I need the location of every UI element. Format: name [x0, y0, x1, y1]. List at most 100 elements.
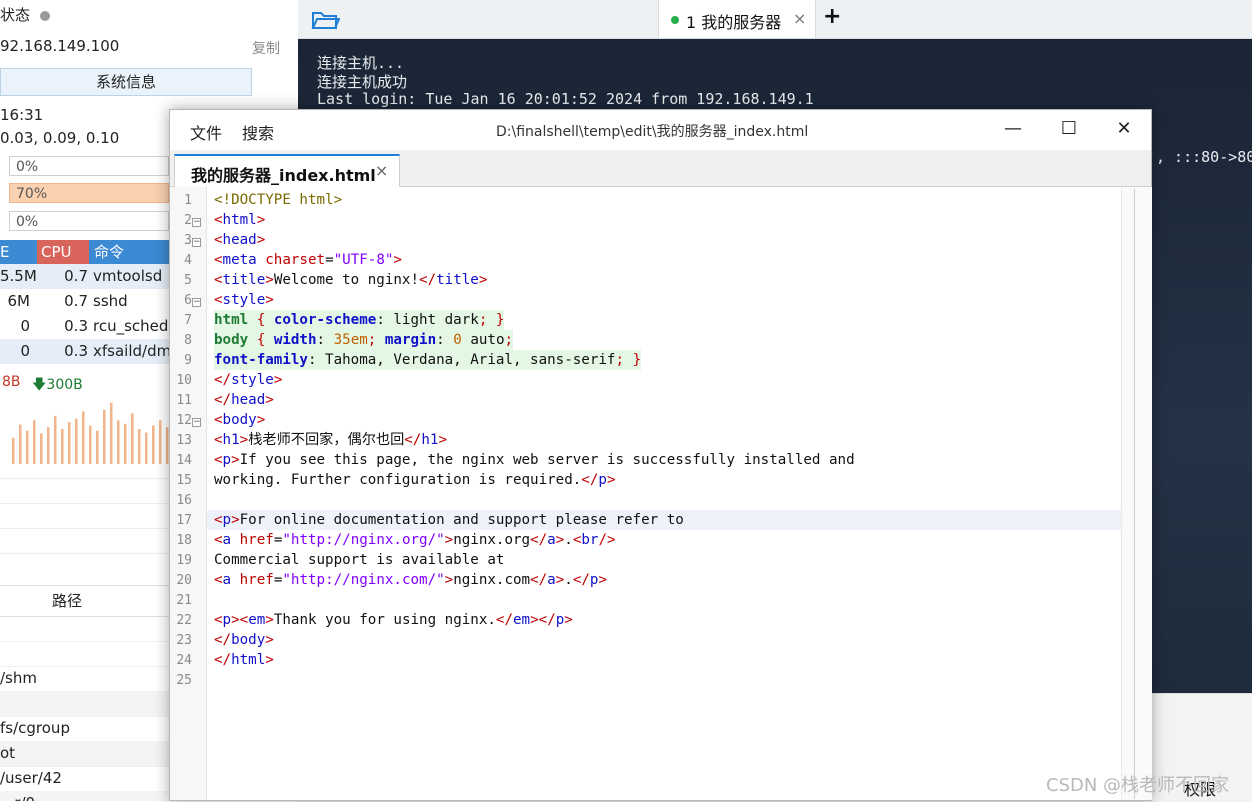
- code-line: <style>: [214, 292, 274, 308]
- arrow-down-icon: 🡇: [32, 377, 47, 393]
- close-window-button[interactable]: ✕: [1107, 116, 1141, 142]
- net-bar: [96, 430, 99, 464]
- chart-grid: [0, 478, 170, 578]
- line-number: 9: [184, 353, 192, 368]
- copy-button[interactable]: 复制: [252, 38, 280, 58]
- menu-search[interactable]: 搜索: [242, 120, 274, 144]
- line-number: 5: [184, 273, 192, 288]
- fold-toggle-icon[interactable]: −: [192, 418, 201, 427]
- line-number: 19: [176, 553, 192, 568]
- line-number: 16: [176, 493, 192, 508]
- cpu-column-header[interactable]: CPU: [37, 240, 89, 264]
- net-bar: [159, 420, 162, 464]
- terminal-port-text: , :::80->80/: [1156, 148, 1252, 166]
- process-mem: 6M: [7, 292, 31, 310]
- code-line: <body>: [214, 412, 266, 428]
- editor-window: 文件 搜索 D:\finalshell\temp\edit\我的服务器_inde…: [169, 109, 1152, 801]
- line-number: 11: [176, 393, 192, 408]
- editor-file-path: D:\finalshell\temp\edit\我的服务器_index.html: [496, 124, 809, 140]
- net-bar: [68, 422, 71, 464]
- editor-file-tab[interactable]: 我的服务器_index.html ×: [174, 154, 400, 187]
- code-line: Commercial support is available at: [214, 552, 505, 568]
- code-line: working. Further configuration is requir…: [214, 472, 616, 488]
- process-mem: 5.5M: [0, 267, 37, 285]
- fold-toggle-icon[interactable]: −: [192, 218, 201, 227]
- process-command: xfsaild/dm: [93, 342, 172, 360]
- system-info-button[interactable]: 系统信息: [0, 68, 252, 96]
- net-bar: [75, 418, 78, 464]
- process-cpu: 0.3: [64, 317, 88, 335]
- net-bar: [131, 413, 134, 464]
- path-header-label: 路径: [52, 592, 83, 610]
- fold-toggle-icon[interactable]: −: [192, 298, 201, 307]
- terminal-line: 连接主机...: [317, 54, 405, 72]
- terminal-line: Last login: Tue Jan 16 20:01:52 2024 fro…: [317, 90, 814, 108]
- watermark: CSDN @栈老师不回家: [1046, 775, 1230, 796]
- minimize-button[interactable]: —: [996, 116, 1030, 142]
- line-number: 12: [176, 413, 192, 428]
- session-tab-label: 1 我的服务器: [686, 13, 782, 32]
- line-number: 21: [176, 593, 192, 608]
- code-line: html { color-scheme: light dark; }: [214, 310, 505, 330]
- net-upload: 8B: [2, 374, 21, 390]
- process-cpu: 0.3: [64, 342, 88, 360]
- net-bar: [40, 433, 43, 464]
- net-bar: [61, 429, 64, 464]
- net-bar: [103, 409, 106, 464]
- line-number: 17: [176, 513, 192, 528]
- code-editor[interactable]: <!DOCTYPE html> <html> <head> <meta char…: [207, 187, 1121, 800]
- close-file-tab-icon[interactable]: ×: [375, 161, 388, 180]
- fold-toggle-icon[interactable]: −: [192, 238, 201, 247]
- code-line: </html>: [214, 652, 274, 668]
- net-bar: [124, 423, 127, 464]
- code-line: <p>If you see this page, the nginx web s…: [214, 452, 855, 468]
- scrollbar-track[interactable]: [1134, 189, 1135, 799]
- process-command: sshd: [93, 292, 128, 310]
- code-line: <p>For online documentation and support …: [214, 512, 684, 528]
- vertical-scrollbar[interactable]: [1121, 187, 1152, 800]
- line-number: 3: [184, 233, 192, 248]
- maximize-button[interactable]: ☐: [1052, 116, 1086, 142]
- session-tab[interactable]: 1 我的服务器 ×: [658, 0, 816, 38]
- swap-meter: 0%: [9, 211, 169, 231]
- editor-tab-bar: 我的服务器_index.html ×: [170, 150, 1151, 187]
- editor-titlebar: 文件 搜索 D:\finalshell\temp\edit\我的服务器_inde…: [170, 110, 1151, 150]
- status-dot-icon: [40, 10, 51, 21]
- line-number: 18: [176, 533, 192, 548]
- process-cpu: 0.7: [64, 292, 88, 310]
- code-line: <meta charset="UTF-8">: [214, 252, 402, 268]
- net-download-value: 300B: [46, 377, 83, 393]
- line-number: 20: [176, 573, 192, 588]
- net-bar: [110, 402, 113, 464]
- line-number: 14: [176, 453, 192, 468]
- mem-column-header[interactable]: E: [0, 240, 36, 264]
- command-column-header[interactable]: 命令: [90, 240, 124, 264]
- menu-file[interactable]: 文件: [190, 120, 222, 144]
- code-line: </style>: [214, 372, 283, 388]
- code-line: font-family: Tahoma, Verdana, Arial, san…: [214, 350, 642, 370]
- line-number: 2: [184, 213, 192, 228]
- code-line: <!DOCTYPE html>: [214, 192, 343, 208]
- net-bar: [117, 420, 120, 464]
- process-mem: 0: [20, 317, 30, 335]
- status-row: 状态: [0, 4, 51, 25]
- close-tab-icon[interactable]: ×: [793, 9, 806, 28]
- process-command: rcu_sched: [93, 317, 169, 335]
- session-tab-bar: 1 我的服务器 × +: [298, 0, 1252, 39]
- net-bar: [12, 437, 15, 464]
- folder-open-icon[interactable]: [310, 6, 340, 32]
- code-line: <h1>栈老师不回家，偶尔也回</h1>: [214, 432, 447, 448]
- connected-dot-icon: [671, 16, 679, 24]
- net-bar: [26, 430, 29, 464]
- line-number-gutter: 1 2−3−4 5 6−7 8 9 10 11 12−13 14 15 16 17 18 19 20 21 22 2…: [170, 187, 207, 800]
- terminal-line: 连接主机成功: [317, 73, 408, 91]
- code-line: <p><em>Thank you for using nginx.</em></…: [214, 612, 573, 628]
- line-number: 8: [184, 333, 192, 348]
- process-command: vmtoolsd: [93, 267, 163, 285]
- line-number: 22: [176, 613, 192, 628]
- status-label: 状态: [0, 6, 31, 24]
- uptime: 16:31: [0, 106, 44, 124]
- line-number: 4: [184, 253, 192, 268]
- code-line: </body>: [214, 632, 274, 648]
- add-tab-button[interactable]: +: [823, 4, 841, 29]
